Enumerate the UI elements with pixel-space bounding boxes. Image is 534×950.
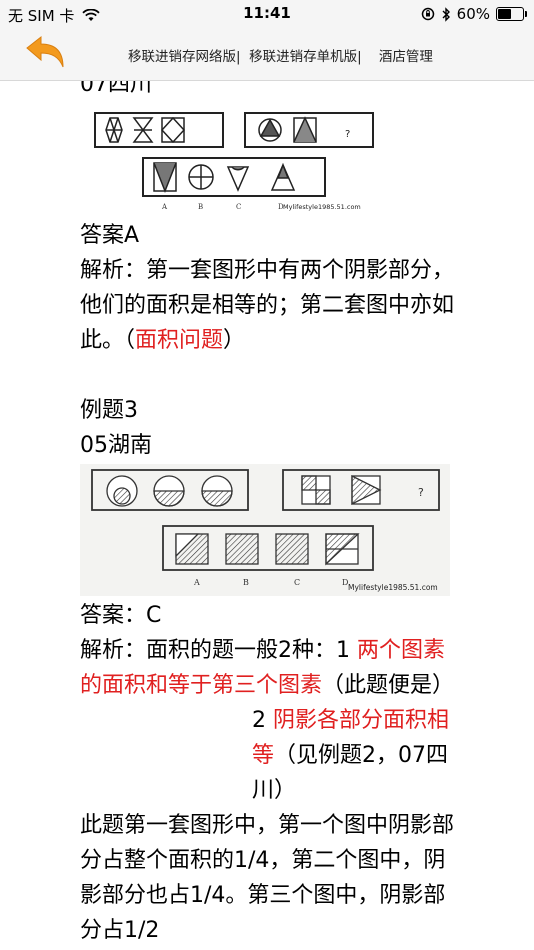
fig2-question-mark: ? <box>418 486 424 499</box>
analysis-2-number: 2 <box>252 708 273 733</box>
fig2-option-b: B <box>243 578 249 587</box>
battery-percent: 60% <box>456 5 490 23</box>
analysis-1: 解析：第一套图形中有两个阴影部分，他们的面积是相等的；第二套图中亦如此。（面积问… <box>80 253 460 358</box>
example-source: 05湖南 <box>80 433 152 458</box>
bluetooth-icon <box>442 6 450 22</box>
analysis-2-reference: （见例题2，07四川） <box>252 743 449 803</box>
nav-link-standalone-edition[interactable]: 移联进销存单机版| <box>249 49 362 65</box>
nav-link-network-edition[interactable]: 移联进销存网络版| <box>128 49 241 65</box>
orientation-lock-icon <box>421 7 434 21</box>
analysis-2: 解析：面积的题一般2种：1 两个图素的面积和等于第三个图素（此题便是） <box>80 633 460 703</box>
fig2-option-a: A <box>193 578 200 587</box>
nav-link-hotel-management[interactable]: 酒店管理 <box>379 49 433 65</box>
article-content[interactable]: 07四川 ? A B C D Mylifestyle1985.51.com 答案… <box>0 81 534 950</box>
figure-puzzle-1: ? A B C D Mylifestyle1985.51.com <box>94 112 374 211</box>
fig1-option-b: B <box>198 203 203 211</box>
fig1-option-c: C <box>236 203 241 211</box>
fig2-watermark: Mylifestyle1985.51.com <box>348 583 438 592</box>
article: 07四川 ? A B C D Mylifestyle1985.51.com 答案… <box>80 81 460 948</box>
nav-links: 移联进销存网络版| 移联进销存单机版| 酒店管理 <box>128 45 433 65</box>
back-arrow-icon <box>26 35 64 68</box>
status-bar: 无 SIM 卡 11:41 60% <box>0 0 534 28</box>
fig1-watermark: Mylifestyle1985.51.com <box>283 203 361 211</box>
battery-icon <box>496 7 527 21</box>
example-title: 例题3 <box>80 398 138 423</box>
back-button[interactable] <box>22 34 68 74</box>
partial-heading: 07四川 <box>80 81 152 97</box>
analysis-2-note: （此题便是） <box>322 673 455 698</box>
figure-puzzle-2: ? A B C D Mylifestyle1985.51.com <box>80 464 450 596</box>
answer-2: 答案：C <box>80 603 162 628</box>
fig1-option-a: A <box>161 203 168 211</box>
fig1-question-mark: ? <box>345 129 350 140</box>
navigation-bar: 移联进销存网络版| 移联进销存单机版| 酒店管理 <box>0 28 534 81</box>
analysis-2-point-2: 2 阴影各部分面积相等（见例题2，07四川） <box>80 703 460 808</box>
analysis-1-highlight: 面积问题 <box>135 328 224 353</box>
analysis-2-intro: 解析：面积的题一般2种：1 <box>80 638 357 663</box>
analysis-2-body: 此题第一套图形中，第一个图中阴影部分占整个面积的1/4，第二个图中，阴影部分也占… <box>80 813 455 943</box>
status-right-group: 60% <box>421 5 527 23</box>
answer-1: 答案A <box>80 223 140 248</box>
battery-fill <box>498 9 511 19</box>
analysis-1-close: ） <box>223 328 246 353</box>
fig2-option-c: C <box>294 578 300 587</box>
